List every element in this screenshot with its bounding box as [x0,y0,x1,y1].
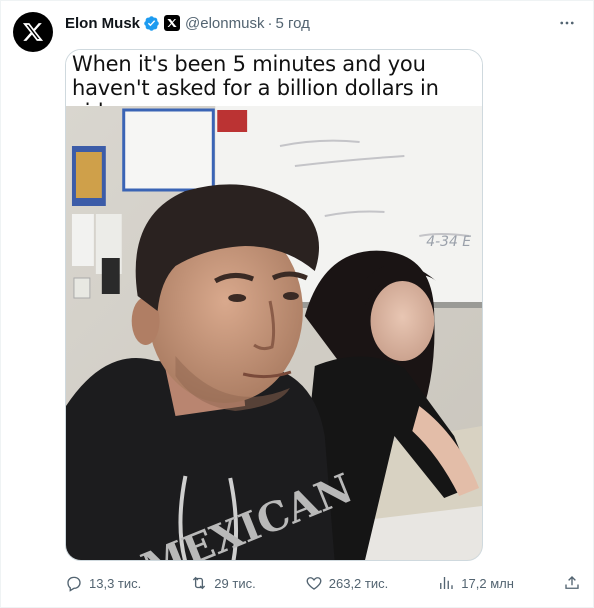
repost-count: 29 тис. [214,575,256,591]
author-name[interactable]: Elon Musk [65,15,140,32]
x-logo-icon [22,23,44,41]
meme-caption: When it's been 5 minutes and you haven't… [66,50,482,124]
avatar[interactable] [13,12,53,52]
like-count: 263,2 тис. [328,575,389,591]
reply-icon [67,576,81,592]
more-dots-icon[interactable] [557,13,577,33]
tweet[interactable]: Elon Musk @elonmusk · 5 год When it's be… [0,0,594,608]
views-count: 17,2 млн [461,575,514,591]
tweet-header: Elon Musk @elonmusk · 5 год [65,13,310,33]
views-button[interactable]: 17,2 млн [437,574,514,592]
reply-count: 13,3 тис. [89,575,142,591]
svg-text:4-34 E: 4-34 E [426,234,471,250]
repost-icon [193,576,206,590]
views-chart-icon [440,577,453,589]
post-time[interactable]: 5 год [275,15,309,32]
reply-button[interactable]: 13,3 тис. [65,574,141,592]
x-affiliate-badge-icon [164,15,181,31]
post-media[interactable]: When it's been 5 minutes and you haven't… [65,49,483,561]
heart-icon [306,577,322,590]
action-bar: 13,3 тис. 29 тис. 263,2 тис. 17,2 млн [65,571,581,595]
share-button[interactable] [563,574,581,592]
verified-badge-icon [143,15,160,32]
share-icon [565,576,579,589]
like-button[interactable]: 263,2 тис. [305,574,388,592]
separator: · [267,14,273,32]
author-handle[interactable]: @elonmusk [185,15,264,32]
repost-button[interactable]: 29 тис. [190,574,256,592]
meme-photo: 4-34 E MEXICAN [66,106,482,560]
